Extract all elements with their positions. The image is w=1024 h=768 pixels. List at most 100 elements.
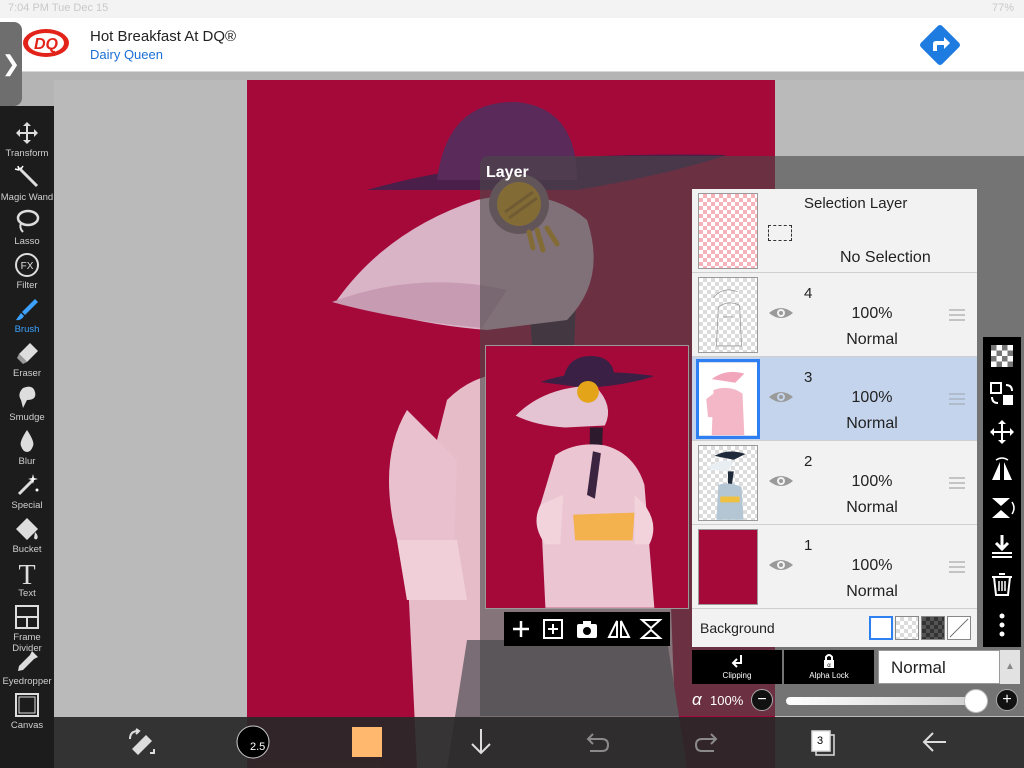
merge-down-icon[interactable]: [988, 532, 1016, 560]
frame-divider-icon: [15, 605, 39, 629]
eye-icon[interactable]: [768, 555, 794, 575]
color-swatch-icon[interactable]: [352, 727, 382, 757]
back-arrow-icon[interactable]: [920, 725, 950, 759]
tool-text[interactable]: T Text: [0, 558, 54, 602]
flip-vertical-icon[interactable]: [988, 494, 1016, 522]
flip-icon[interactable]: [606, 616, 632, 642]
alpha-lock-label: Alpha Lock: [809, 671, 849, 680]
camera-icon[interactable]: [574, 616, 600, 642]
opacity-slider-knob[interactable]: [964, 689, 988, 713]
layer-thumbnail: [698, 445, 758, 521]
layer-blend-mode: Normal: [846, 583, 898, 600]
tool-bucket[interactable]: Bucket: [0, 514, 54, 558]
redo-icon[interactable]: [694, 725, 724, 759]
opacity-row: α 100% − +: [692, 688, 1022, 714]
layer-number: 4: [804, 285, 813, 302]
ad-subtitle: Dairy Queen: [90, 47, 163, 62]
transform-selection-icon[interactable]: [124, 725, 158, 759]
tool-smudge[interactable]: Smudge: [0, 382, 54, 426]
app-window: 7:04 PM Tue Dec 15 77% DQ Hot Breakfast …: [0, 0, 1024, 768]
selection-layer-row[interactable]: Selection Layer No Selection: [692, 189, 977, 273]
tool-eyedropper[interactable]: Eyedropper: [0, 646, 54, 690]
add-special-layer-icon[interactable]: [540, 616, 566, 642]
dairy-queen-logo: DQ: [23, 29, 69, 57]
tool-frame-divider[interactable]: Frame Divider: [0, 602, 54, 654]
ad-banner[interactable]: DQ Hot Breakfast At DQ® Dairy Queen: [0, 18, 1024, 72]
selection-status: No Selection: [840, 249, 931, 266]
swap-layer-icon[interactable]: [988, 380, 1016, 408]
selection-layer-title: Selection Layer: [804, 195, 908, 212]
tool-magic-wand[interactable]: Magic Wand: [0, 162, 54, 206]
eye-icon[interactable]: [768, 303, 794, 323]
layer-row-2[interactable]: 2 100% Normal: [692, 441, 977, 525]
drag-handle-icon[interactable]: [948, 391, 966, 407]
add-layer-icon[interactable]: [508, 616, 534, 642]
tool-special[interactable]: Special: [0, 470, 54, 514]
background-dark-swatch[interactable]: [921, 616, 945, 640]
layer-number: 2: [804, 453, 813, 470]
flip-horizontal-icon[interactable]: [988, 456, 1016, 484]
tool-lasso[interactable]: Lasso: [0, 206, 54, 250]
tool-label: Magic Wand: [0, 192, 54, 203]
down-arrow-icon[interactable]: [466, 725, 496, 759]
layer-row-1[interactable]: 1 100% Normal: [692, 525, 977, 609]
magic-wand-icon: [14, 165, 39, 188]
background-checker-swatch[interactable]: [895, 616, 919, 640]
layer-opacity: 100%: [851, 473, 893, 490]
layer-blend-mode: Normal: [846, 331, 898, 348]
directions-icon[interactable]: [919, 24, 961, 66]
layer-tools-bar: [983, 337, 1021, 647]
drag-handle-icon[interactable]: [948, 475, 966, 491]
opacity-slider[interactable]: [786, 697, 976, 705]
tool-blur[interactable]: Blur: [0, 426, 54, 470]
layers-button[interactable]: 3: [808, 725, 838, 759]
opacity-value: 100%: [710, 693, 744, 708]
opacity-decrease-button[interactable]: −: [751, 689, 773, 711]
layer-list: Selection Layer No Selection 4 100% Norm…: [692, 189, 977, 647]
background-white-swatch[interactable]: [869, 616, 893, 640]
drag-handle-icon[interactable]: [948, 559, 966, 575]
layer-number: 3: [804, 369, 813, 386]
trash-icon[interactable]: [988, 570, 1016, 598]
svg-text:DQ: DQ: [34, 36, 59, 53]
layer-thumbnail: [698, 529, 758, 605]
brush-size-button[interactable]: 2.5: [236, 725, 270, 759]
layer-row-4[interactable]: 4 100% Normal: [692, 273, 977, 357]
background-none-swatch[interactable]: [947, 616, 971, 640]
tool-canvas[interactable]: Canvas: [0, 690, 54, 734]
drag-handle-icon[interactable]: [948, 307, 966, 323]
layer-row-3[interactable]: 3 100% Normal: [692, 357, 977, 441]
alpha-lock-button[interactable]: α Alpha Lock: [784, 650, 874, 684]
tool-transform[interactable]: Transform: [0, 118, 54, 162]
layer-thumbnail: [696, 359, 760, 439]
blend-controls: Clipping α Alpha Lock Normal ▲: [692, 650, 1022, 684]
more-vertical-icon[interactable]: [988, 611, 1016, 639]
move-layer-icon[interactable]: [988, 418, 1016, 446]
opacity-increase-button[interactable]: +: [996, 689, 1018, 711]
dropdown-arrow-icon[interactable]: ▲: [1000, 650, 1020, 684]
tool-label: Text: [18, 588, 36, 599]
eye-icon[interactable]: [768, 471, 794, 491]
tool-brush[interactable]: Brush: [0, 294, 54, 338]
tool-label: Lasso: [14, 236, 40, 247]
undo-icon[interactable]: [580, 725, 610, 759]
layer-preview: [485, 345, 689, 609]
tool-label: Eraser: [13, 368, 41, 379]
canvas-icon: [15, 693, 39, 717]
layer-blend-mode: Normal: [846, 415, 898, 432]
chevron-right-icon[interactable]: ❯: [0, 22, 22, 106]
tool-label: Bucket: [12, 544, 42, 555]
lock-icon: α: [824, 654, 834, 669]
checker-new-layer-icon[interactable]: [988, 342, 1016, 370]
lasso-icon: [16, 209, 40, 233]
special-wand-icon: [17, 474, 39, 496]
mirror-icon[interactable]: [638, 616, 664, 642]
tool-label: Smudge: [9, 412, 45, 423]
clipping-button[interactable]: Clipping: [692, 650, 782, 684]
tool-label: Eyedropper: [2, 676, 52, 687]
tool-filter[interactable]: FX Filter: [0, 250, 54, 294]
tool-eraser[interactable]: Eraser: [0, 338, 54, 382]
clipping-label: Clipping: [722, 671, 752, 680]
eye-icon[interactable]: [768, 387, 794, 407]
blend-mode-select[interactable]: Normal: [878, 650, 1000, 684]
